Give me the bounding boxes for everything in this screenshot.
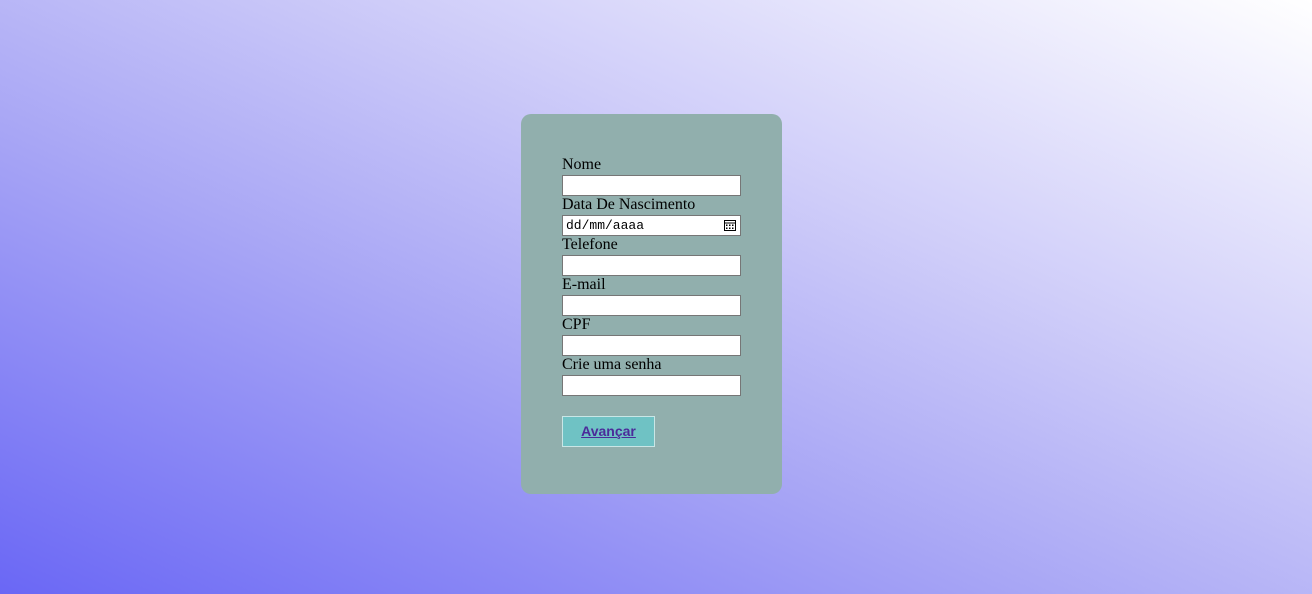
name-label: Nome xyxy=(562,156,602,173)
password-input[interactable] xyxy=(562,375,741,396)
name-input[interactable] xyxy=(562,175,741,196)
calendar-icon[interactable] xyxy=(724,220,736,231)
phone-label: Telefone xyxy=(562,236,618,253)
email-label: E-mail xyxy=(562,276,606,293)
email-input[interactable] xyxy=(562,295,741,316)
birthdate-input[interactable]: dd/mm/aaaa xyxy=(562,215,741,236)
birthdate-label: Data De Nascimento xyxy=(562,196,696,213)
password-label: Crie uma senha xyxy=(562,356,662,373)
registration-form: Nome Data De Nascimento dd/mm/aaaa Telef… xyxy=(562,156,742,447)
submit-button[interactable]: Avançar xyxy=(562,416,655,447)
birthdate-placeholder: dd/mm/aaaa xyxy=(566,218,645,233)
phone-input[interactable] xyxy=(562,255,741,276)
cpf-label: CPF xyxy=(562,316,591,333)
cpf-input[interactable] xyxy=(562,335,741,356)
registration-card: Nome Data De Nascimento dd/mm/aaaa Telef… xyxy=(521,114,782,494)
